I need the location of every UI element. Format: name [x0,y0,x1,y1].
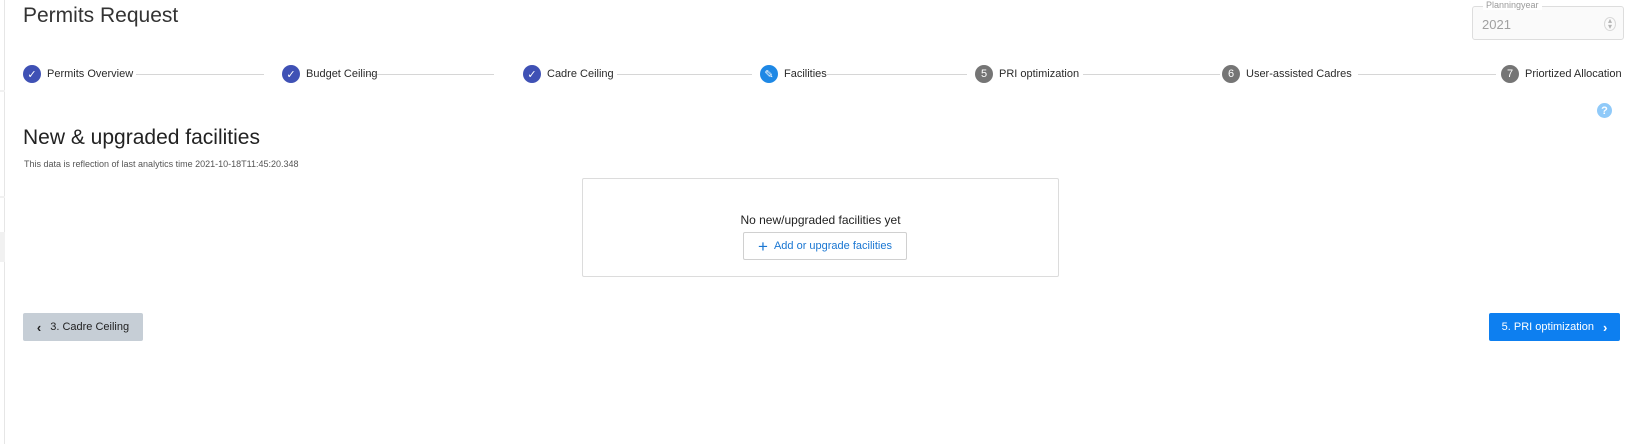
add-facilities-button[interactable]: + Add or upgrade facilities [743,232,907,260]
step-label: Priortized Allocation [1525,68,1622,80]
step-connector [1083,74,1220,75]
step-number: 5 [975,65,993,83]
stepper: ✓ Permits Overview ✓ Budget Ceiling ✓ Ca… [0,0,1637,100]
step-pri-optimization[interactable]: 5 PRI optimization [975,65,1079,83]
rail-divider [0,196,5,198]
step-label: Facilities [784,68,827,80]
step-permits-overview[interactable]: ✓ Permits Overview [23,65,133,83]
next-step-label: 5. PRI optimization [1501,321,1594,333]
plus-icon: + [758,236,768,256]
chevron-right-icon: › [1602,319,1608,335]
step-label: Permits Overview [47,68,134,80]
add-facilities-label: Add or upgrade facilities [773,240,892,252]
help-icon[interactable]: ? [1597,103,1612,118]
rail-selected-item[interactable] [0,232,5,262]
previous-step-label: 3. Cadre Ceiling [50,321,130,333]
next-step-button[interactable]: 5. PRI optimization › [1489,313,1620,341]
step-label: PRI optimization [999,68,1080,80]
step-priortized-allocation[interactable]: 7 Priortized Allocation [1501,65,1622,83]
check-icon: ✓ [282,65,300,83]
step-budget-ceiling[interactable]: ✓ Budget Ceiling [282,65,378,83]
step-connector [1358,74,1496,75]
step-user-assisted-cadres[interactable]: 6 User-assisted Cadres [1222,65,1352,83]
section-title: New & upgraded facilities [23,126,260,149]
step-facilities[interactable]: ✎ Facilities [760,65,827,83]
step-connector [136,74,264,75]
step-label: Cadre Ceiling [547,68,614,80]
chevron-left-icon: ‹ [36,319,42,335]
step-connector [617,74,752,75]
pencil-icon: ✎ [760,65,778,83]
step-connector [827,74,967,75]
step-label: User-assisted Cadres [1246,68,1352,80]
step-number: 7 [1501,65,1519,83]
analytics-timestamp: This data is reflection of last analytic… [24,159,299,169]
check-icon: ✓ [23,65,41,83]
facilities-empty-panel: No new/upgraded facilities yet + Add or … [582,178,1059,277]
step-number: 6 [1222,65,1240,83]
step-cadre-ceiling[interactable]: ✓ Cadre Ceiling [523,65,614,83]
check-icon: ✓ [523,65,541,83]
step-connector [367,74,494,75]
empty-state-message: No new/upgraded facilities yet [740,213,901,227]
previous-step-button[interactable]: ‹ 3. Cadre Ceiling [23,313,143,341]
step-label: Budget Ceiling [306,68,378,80]
